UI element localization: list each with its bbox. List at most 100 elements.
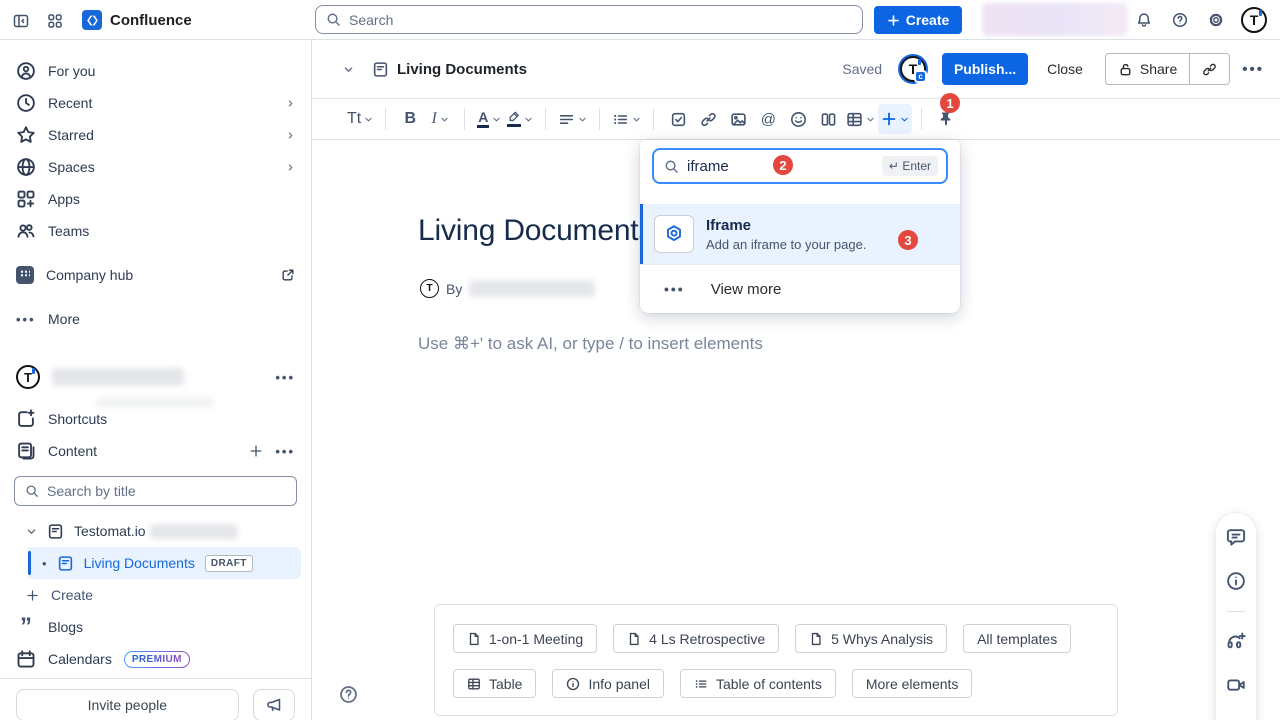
emoji-button[interactable] [783,104,813,134]
sidebar-item-company-hub[interactable]: Company hub [8,259,303,291]
template-5-whys-analysis[interactable]: 5 Whys Analysis [795,624,947,653]
help-icon[interactable] [1169,9,1191,31]
sidebar-item-calendars[interactable]: Calendars PREMIUM [8,643,303,675]
support-headset-button[interactable] [1224,630,1248,654]
editor-toolbar: Tt B I A @ [312,98,1280,140]
feedback-megaphone-button[interactable] [253,689,295,720]
insert-link-button[interactable] [693,104,723,134]
sidebar-search-input[interactable] [47,483,286,499]
insert-table-button[interactable]: Table [453,669,536,698]
chevron-right-icon [286,131,295,140]
redacted-author-name [469,280,595,297]
comment-icon [1226,527,1246,547]
more-horizontal-icon: ••• [664,281,685,297]
settings-gear-icon[interactable] [1205,9,1227,31]
insert-element-button[interactable] [878,104,912,134]
link-icon [1202,62,1217,77]
editor-help-icon[interactable] [339,685,358,704]
global-search-input[interactable] [349,12,852,28]
info-icon [566,677,580,691]
tree-create-button[interactable]: Create [18,579,303,611]
sidebar-item-recent[interactable]: Recent [8,87,303,119]
sidebar-item-more[interactable]: ••• More [8,303,303,335]
space-more-icon[interactable]: ••• [275,370,295,385]
shortcuts-icon [16,409,36,429]
page-more-icon[interactable]: ••• [1242,61,1264,78]
comments-button[interactable] [1224,525,1248,549]
sidebar: For you Recent Starred Spaces Apps Teams… [0,40,312,720]
sidebar-item-teams[interactable]: Teams [8,215,303,247]
table-icon [467,677,481,691]
insert-image-button[interactable] [723,104,753,134]
table-dropdown[interactable] [843,104,878,134]
details-info-button[interactable] [1224,569,1248,593]
highlight-color-dropdown[interactable] [504,104,536,134]
insert-info-panel-button[interactable]: Info panel [552,669,664,698]
all-templates-button[interactable]: All templates [963,624,1071,653]
search-icon [326,12,341,27]
task-list-button[interactable] [663,104,693,134]
product-name: Confluence [110,12,192,29]
align-left-icon [558,111,575,128]
invite-people-button[interactable]: Invite people [16,689,239,720]
info-icon [1226,571,1246,591]
tree-item-living-documents[interactable]: • Living Documents DRAFT [28,547,301,579]
template-1on1-meeting[interactable]: 1-on-1 Meeting [453,624,597,653]
star-icon [16,125,36,145]
user-avatar[interactable]: T [1241,7,1267,33]
sidebar-item-blogs[interactable]: ” Blogs [8,611,303,643]
people-icon [16,221,36,241]
text-style-dropdown[interactable]: Tt [344,104,376,134]
bold-button[interactable]: B [395,104,425,134]
alignment-dropdown[interactable] [555,104,590,134]
document-icon [467,632,481,646]
collaborator-avatar[interactable]: T c [900,56,926,82]
breadcrumb-chevron-icon[interactable] [336,57,360,81]
create-button[interactable]: Create [874,6,962,34]
space-header[interactable]: T ••• [8,360,303,394]
chevron-down-icon [524,115,533,124]
sidebar-item-starred[interactable]: Starred [8,119,303,151]
sidebar-item-content[interactable]: Content ••• [8,435,303,467]
tree-item-root[interactable]: Testomat.io [18,515,303,547]
sidebar-item-spaces[interactable]: Spaces [8,151,303,183]
editor-placeholder[interactable]: Use ⌘+' to ask AI, or type / to insert e… [418,334,763,354]
copy-link-button[interactable] [1190,54,1229,84]
close-button[interactable]: Close [1047,61,1083,77]
chevron-down-icon[interactable] [26,526,37,537]
insert-toc-button[interactable]: Table of contents [680,669,836,698]
sidebar-item-shortcuts[interactable]: Shortcuts [8,403,303,435]
video-camera-icon [1226,675,1246,695]
video-button[interactable] [1224,673,1248,697]
mention-button[interactable]: @ [753,104,783,134]
chevron-right-icon [286,163,295,172]
layouts-button[interactable] [813,104,843,134]
page-title-breadcrumb[interactable]: Living Documents [397,61,527,78]
more-elements-button[interactable]: More elements [852,669,973,698]
collaborator-status-badge: c [914,70,927,83]
text-color-dropdown[interactable]: A [474,104,504,134]
space-avatar: T [16,365,40,389]
sidebar-collapse-icon[interactable] [10,10,32,32]
template-4ls-retrospective[interactable]: 4 Ls Retrospective [613,624,779,653]
sidebar-search[interactable] [14,476,297,506]
app-switcher-icon[interactable] [44,10,66,32]
italic-dropdown[interactable]: I [425,104,455,134]
megaphone-icon [266,697,282,713]
link-icon [700,111,717,128]
content-more-icon[interactable]: ••• [275,444,295,459]
insert-search[interactable]: ↵ Enter [652,148,948,184]
sidebar-item-for-you[interactable]: For you [8,55,303,87]
content-pages-icon [16,441,36,461]
sidebar-item-apps[interactable]: Apps [8,183,303,215]
redacted-tree-suffix [150,524,238,539]
chevron-down-icon [440,115,449,124]
global-search[interactable] [315,5,863,34]
document-title[interactable]: Living Documents [418,214,653,248]
view-more-button[interactable]: ••• View more [640,264,960,313]
publish-button[interactable]: Publish... [942,53,1028,85]
share-button[interactable]: Share [1106,54,1189,84]
content-add-icon[interactable] [249,444,263,458]
notifications-bell-icon[interactable] [1133,9,1155,31]
lists-dropdown[interactable] [609,104,644,134]
